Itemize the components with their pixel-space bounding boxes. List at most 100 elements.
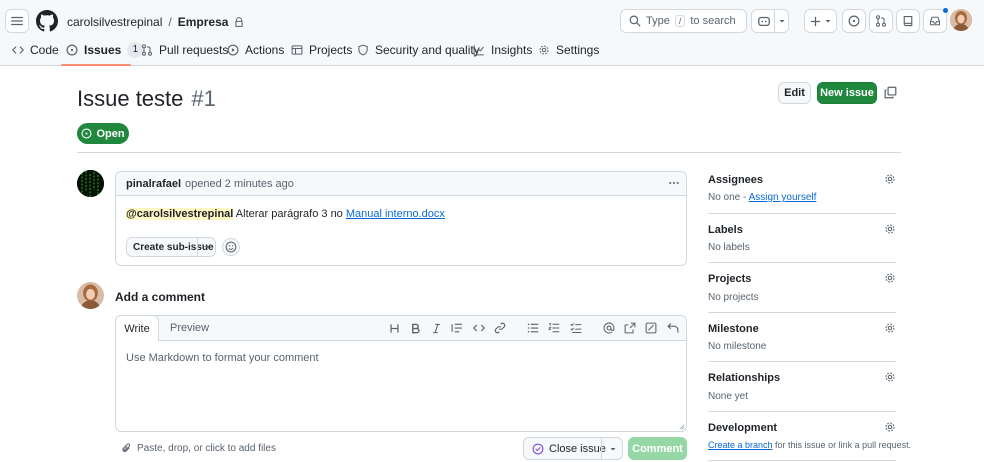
issue-opened-icon [81, 128, 92, 139]
close-issue-button[interactable]: Close issue [523, 437, 623, 460]
comment-body: @carolsilvestrepinal Alterar parágrafo 3… [126, 208, 445, 220]
inbox-icon [929, 16, 941, 26]
git-pull-request-icon [875, 15, 887, 27]
bold-button[interactable] [407, 320, 423, 336]
search-input[interactable]: Type / to search [620, 9, 747, 33]
code-icon [12, 46, 24, 54]
reply-box-icon [645, 322, 657, 334]
bold-icon [411, 323, 420, 333]
projects-title: Projects [708, 273, 752, 285]
sidebar-divider [708, 361, 896, 362]
assign-yourself-link[interactable]: Assign yourself [749, 192, 817, 203]
labels-value: No labels [708, 242, 750, 253]
repo-name-link[interactable]: Empresa [178, 15, 229, 29]
undo-icon [667, 323, 679, 333]
tab-pull-requests-label: Pull requests [159, 43, 229, 57]
title-divider [77, 152, 901, 153]
tab-security[interactable]: Security and quality [357, 38, 480, 62]
development-gear-icon[interactable] [884, 421, 896, 433]
comment-author[interactable]: pinalrafael [126, 178, 181, 190]
chevron-down-icon [825, 20, 830, 23]
menu-button[interactable] [5, 9, 29, 33]
task-list-button[interactable] [568, 320, 584, 336]
create-new-button[interactable] [804, 9, 837, 33]
issue-opened-icon [66, 44, 78, 56]
tab-actions[interactable]: Actions [227, 38, 284, 62]
quote-button[interactable] [449, 320, 465, 336]
tab-write[interactable]: Write [115, 315, 159, 341]
inbox-button[interactable] [923, 7, 949, 33]
link-button[interactable] [492, 320, 508, 336]
page-title: Issue teste #1 [77, 86, 216, 112]
copy-link-button[interactable] [884, 86, 897, 99]
milestone-value: No milestone [708, 341, 767, 352]
tab-preview[interactable]: Preview [170, 322, 209, 334]
current-user-avatar [77, 282, 104, 309]
tab-write-label: Write [124, 322, 150, 335]
italic-button[interactable] [428, 320, 444, 336]
github-logo-icon[interactable] [36, 10, 58, 32]
author-avatar[interactable] [77, 170, 104, 197]
add-reaction-button[interactable] [222, 238, 240, 256]
repo-owner-link[interactable]: carolsilvestrepinal [67, 15, 162, 29]
comment-options-button[interactable] [668, 176, 680, 190]
tab-code-label: Code [30, 43, 59, 57]
tab-insights-label: Insights [491, 43, 533, 57]
repositories-shortcut-button[interactable] [896, 9, 920, 33]
cross-reference-icon [624, 322, 636, 334]
search-shortcut-key: / [674, 15, 686, 27]
assignees-gear-icon[interactable] [884, 173, 896, 185]
mention[interactable]: @carolsilvestrepinal [126, 208, 234, 220]
ordered-list-button[interactable] [546, 320, 562, 336]
copy-icon [884, 86, 897, 99]
code-button[interactable] [471, 320, 487, 336]
edit-title-button[interactable]: Edit [778, 82, 811, 104]
saved-replies-button[interactable] [643, 320, 659, 336]
status-label: Open [96, 127, 125, 140]
undo-button[interactable] [665, 320, 681, 336]
labels-gear-icon[interactable] [884, 223, 896, 235]
shield-icon [358, 44, 368, 56]
issues-shortcut-button[interactable] [842, 9, 866, 33]
tab-issues[interactable]: Issues 1 [66, 38, 144, 62]
code-icon [473, 324, 485, 332]
italic-icon [432, 323, 440, 333]
tab-code[interactable]: Code [12, 38, 59, 62]
tab-pull-requests[interactable]: Pull requests [141, 38, 228, 62]
smiley-icon [225, 241, 237, 253]
attach-files-label: Paste, drop, or click to add files [137, 443, 276, 454]
search-placeholder-suffix: to search [690, 15, 736, 27]
issue-title: Issue teste [77, 86, 184, 111]
user-avatar[interactable] [950, 9, 972, 31]
mention-button[interactable] [601, 320, 617, 336]
pull-requests-shortcut-button[interactable] [869, 9, 893, 33]
edit-button-label: Edit [784, 87, 805, 99]
git-pull-request-icon [141, 44, 153, 56]
resize-handle-icon[interactable] [679, 424, 685, 430]
mention-icon [603, 322, 615, 334]
tab-settings[interactable]: Settings [538, 38, 599, 62]
attachment-link[interactable]: Manual interno.docx [346, 208, 445, 220]
attach-files-hint[interactable]: Paste, drop, or click to add files [121, 443, 276, 454]
lock-icon [235, 17, 244, 27]
projects-gear-icon[interactable] [884, 272, 896, 284]
relationships-value: None yet [708, 391, 749, 402]
heading-button[interactable] [386, 320, 402, 336]
kebab-horizontal-icon [669, 181, 679, 185]
chevron-down-icon [204, 246, 210, 249]
create-sub-issue-label: Create sub-issue [133, 241, 214, 253]
comment-submit-button[interactable]: Comment [628, 437, 687, 460]
unordered-list-button[interactable] [525, 320, 541, 336]
milestone-gear-icon[interactable] [884, 322, 896, 334]
comment-textarea[interactable]: Use Markdown to format your comment [126, 352, 319, 364]
tab-projects[interactable]: Projects [291, 38, 352, 62]
create-sub-issue-button[interactable]: Create sub-issue [126, 237, 216, 257]
copilot-icon [758, 16, 770, 27]
paperclip-icon [122, 443, 131, 452]
relationships-gear-icon[interactable] [884, 371, 896, 383]
new-issue-button[interactable]: New issue [817, 82, 877, 104]
tab-insights[interactable]: Insights [473, 38, 532, 62]
create-branch-link[interactable]: Create a branch [708, 440, 773, 450]
reference-button[interactable] [622, 320, 638, 336]
copilot-button[interactable] [751, 9, 789, 33]
